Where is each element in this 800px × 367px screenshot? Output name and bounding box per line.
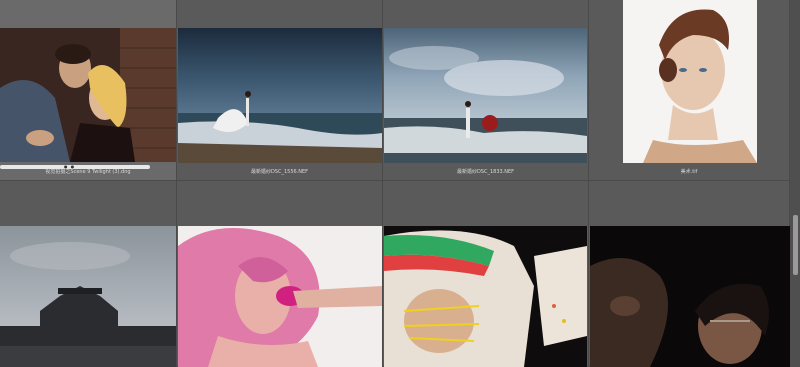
thumbnail-cell[interactable]: ● ● 视觉拍摄之Scene 9 Twilight (3).dng: [0, 0, 177, 181]
thumbnail-image[interactable]: [384, 226, 587, 367]
thumbnail-filename: 最新婚纱DSC_1833.NEF: [456, 169, 515, 175]
thumbnail-filename: 视觉拍摄之Scene 9 Twilight (3).dng: [45, 169, 131, 175]
thumbnail-cell[interactable]: [177, 181, 383, 367]
thumbnail-grid: ● ● 视觉拍摄之Scene 9 Twilight (3).dng 最新婚纱DS…: [0, 0, 790, 367]
content-browser: ● ● 视觉拍摄之Scene 9 Twilight (3).dng 最新婚纱DS…: [0, 0, 800, 367]
thumbnail-cell[interactable]: 最新婚纱DSC_1833.NEF: [383, 0, 589, 181]
thumbnail-image[interactable]: [384, 28, 587, 163]
vertical-scrollbar[interactable]: [790, 0, 800, 367]
thumbnail-cell[interactable]: [0, 181, 177, 367]
thumbnail-filename: 最新婚纱DSC_1556.NEF: [250, 169, 309, 175]
thumbnail-cell[interactable]: [589, 181, 790, 367]
thumbnail-cell[interactable]: [383, 181, 589, 367]
scrollbar-thumb[interactable]: [793, 215, 798, 275]
thumbnail-image[interactable]: [590, 226, 790, 367]
thumbnail-image[interactable]: [623, 0, 757, 163]
thumbnail-image[interactable]: [178, 28, 382, 163]
thumbnail-image[interactable]: [0, 28, 176, 162]
thumbnail-filename: 美术.tif: [680, 169, 698, 175]
thumbnail-cell[interactable]: 美术.tif: [589, 0, 790, 181]
thumbnail-image[interactable]: [0, 226, 176, 367]
thumbnail-image[interactable]: [178, 226, 382, 367]
thumbnail-cell[interactable]: 最新婚纱DSC_1556.NEF: [177, 0, 383, 181]
